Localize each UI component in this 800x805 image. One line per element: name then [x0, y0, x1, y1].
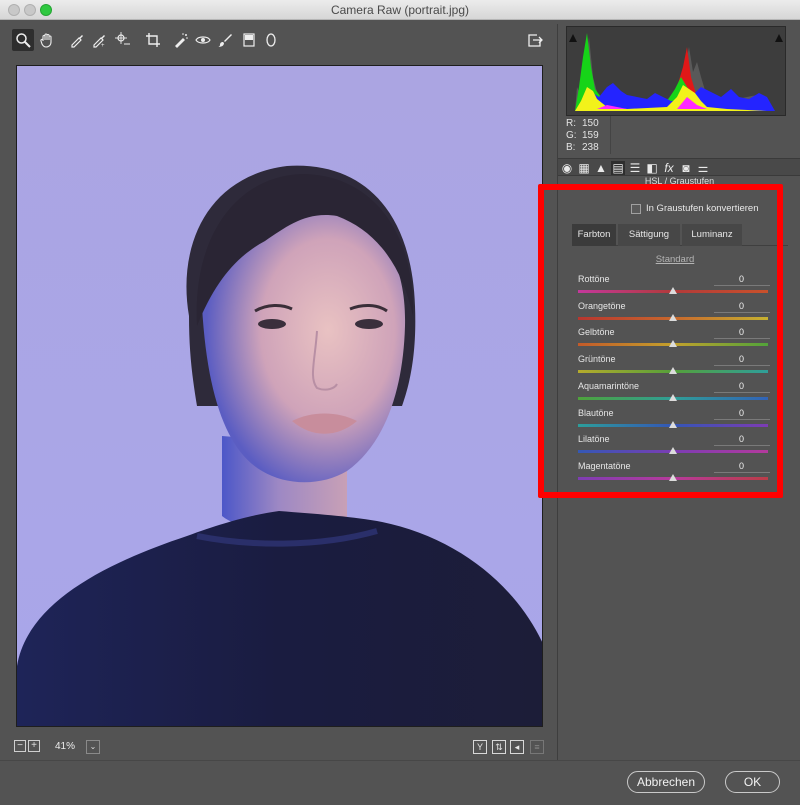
color-sampler-icon[interactable]: +	[88, 29, 110, 51]
slider-row: Gelbtöne 0	[574, 327, 774, 353]
slider-value-input[interactable]: 0	[714, 274, 770, 286]
right-panel: R: 150 G: 159 B: 238 ◉ ▦ ▲ ▤ ☰ ◧ fx ◙ ⚌ HSL…	[557, 24, 800, 760]
svg-text:+: +	[101, 43, 105, 48]
slider-row: Orangetöne 0	[574, 301, 774, 327]
slider-label: Gelbtöne	[578, 327, 615, 338]
image-canvas[interactable]	[8, 55, 552, 735]
spot-removal-icon[interactable]	[170, 29, 192, 51]
rgb-readout: R: 150 G: 159 B: 238	[566, 118, 599, 154]
slider-thumb[interactable]	[669, 420, 677, 428]
histogram	[566, 26, 786, 116]
crop-tool-icon[interactable]	[142, 29, 164, 51]
slider-label: Aquamarintöne	[578, 380, 640, 391]
slider-value-input[interactable]: 0	[714, 461, 770, 473]
title-bar: Camera Raw (portrait.jpg)	[0, 0, 800, 20]
split-toning-icon[interactable]: ☰	[628, 161, 642, 175]
copy-settings-button[interactable]: ◂	[510, 740, 524, 754]
slider-thumb[interactable]	[669, 287, 677, 294]
slider-value-input[interactable]: 0	[714, 408, 770, 420]
r-label: R:	[566, 118, 576, 129]
targeted-adjustment-icon[interactable]	[112, 29, 134, 51]
slider-label: Magentatöne	[578, 460, 631, 471]
slider-thumb[interactable]	[669, 473, 677, 481]
hand-tool-icon[interactable]	[36, 29, 58, 51]
slider-thumb[interactable]	[669, 367, 677, 375]
zoom-tool-icon[interactable]	[12, 29, 34, 51]
slider-value-input[interactable]: 0	[714, 301, 770, 313]
slider-thumb[interactable]	[669, 447, 677, 455]
camera-raw-window: Camera Raw (portrait.jpg) + − + 41% ⌄ Y …	[0, 0, 800, 805]
tab-saettigung[interactable]: Sättigung	[618, 224, 680, 246]
slider-label: Grüntöne	[578, 354, 616, 365]
section-title: HSL / Graustufen	[644, 177, 715, 186]
g-label: G:	[566, 130, 577, 141]
slider-value-input[interactable]: 0	[714, 327, 770, 340]
slider-label: Blautöne	[578, 407, 614, 418]
portrait-photo	[16, 65, 543, 727]
camera-calibration-icon[interactable]: ◙	[679, 161, 693, 175]
ok-button[interactable]: OK	[725, 771, 780, 793]
slider-row: Magentatöne 0	[574, 461, 774, 487]
graduated-filter-icon[interactable]	[238, 29, 260, 51]
tools-toolbar: +	[8, 26, 552, 54]
hsl-tabs: Farbton Sättigung Luminanz	[572, 224, 788, 246]
tab-luminanz[interactable]: Luminanz	[682, 224, 742, 246]
standard-link[interactable]: Standard	[562, 254, 788, 265]
slider-row: Blautöne 0	[574, 408, 774, 434]
basic-panel-icon[interactable]: ◉	[560, 161, 574, 175]
tone-curve-icon[interactable]: ▦	[577, 161, 591, 175]
hsl-panel-icon[interactable]: ▤	[611, 161, 625, 175]
radial-filter-icon[interactable]	[260, 29, 282, 51]
status-bar: − + 41% ⌄ Y ⇅ ◂ ≡	[8, 738, 552, 758]
slider-row: Lilatöne 0	[574, 434, 774, 460]
toggle-settings-icon[interactable]: ≡	[530, 740, 544, 754]
lens-corrections-icon[interactable]: ◧	[645, 161, 659, 175]
slider-thumb[interactable]	[669, 313, 677, 321]
grayscale-label: In Graustufen konvertieren	[646, 203, 759, 214]
cancel-button[interactable]: Abbrechen	[627, 771, 705, 793]
export-icon[interactable]	[524, 29, 546, 51]
dialog-footer: Abbrechen OK	[0, 760, 800, 805]
slider-row: Rottöne 0	[574, 274, 774, 300]
g-value: 159	[582, 130, 599, 141]
window-title: Camera Raw (portrait.jpg)	[330, 3, 470, 17]
panel-tabs: ◉ ▦ ▲ ▤ ☰ ◧ fx ◙ ⚌	[558, 158, 800, 176]
r-value: 150	[582, 118, 599, 129]
zoom-level[interactable]: 41%	[46, 739, 84, 755]
slider-thumb[interactable]	[669, 393, 677, 401]
slider-row: Aquamarintöne 0	[574, 381, 774, 407]
slider-label: Orangetöne	[578, 300, 626, 311]
grayscale-checkbox[interactable]	[631, 204, 641, 214]
zoom-in-button[interactable]: +	[28, 740, 40, 752]
slider-label: Rottöne	[578, 274, 610, 284]
slider-row: Grüntöne 0	[574, 354, 774, 380]
slider-thumb[interactable]	[669, 340, 677, 348]
slider-value-input[interactable]: 0	[714, 381, 770, 393]
slider-label: Lilatöne	[578, 434, 610, 445]
adjustment-brush-icon[interactable]	[214, 29, 236, 51]
slider-value-input[interactable]: 0	[714, 354, 770, 367]
slider-value-input[interactable]: 0	[714, 434, 770, 447]
effects-icon[interactable]: fx	[662, 161, 676, 175]
grayscale-option[interactable]: In Graustufen konvertieren	[572, 202, 778, 218]
presets-icon[interactable]: ⚌	[696, 161, 710, 175]
before-after-view-button[interactable]: Y	[473, 740, 487, 754]
zoom-out-button[interactable]: −	[14, 740, 26, 752]
tab-farbton[interactable]: Farbton	[572, 224, 616, 246]
zoom-dropdown-button[interactable]: ⌄	[86, 740, 100, 754]
white-balance-tool-icon[interactable]	[66, 29, 88, 51]
detail-icon[interactable]: ▲	[594, 161, 608, 175]
divider	[610, 116, 611, 154]
b-label: B:	[566, 142, 576, 153]
red-eye-icon[interactable]	[192, 29, 214, 51]
b-value: 238	[582, 142, 599, 153]
hsl-panel: In Graustufen konvertieren Farbton Sätti…	[562, 190, 788, 490]
swap-settings-button[interactable]: ⇅	[492, 740, 506, 754]
